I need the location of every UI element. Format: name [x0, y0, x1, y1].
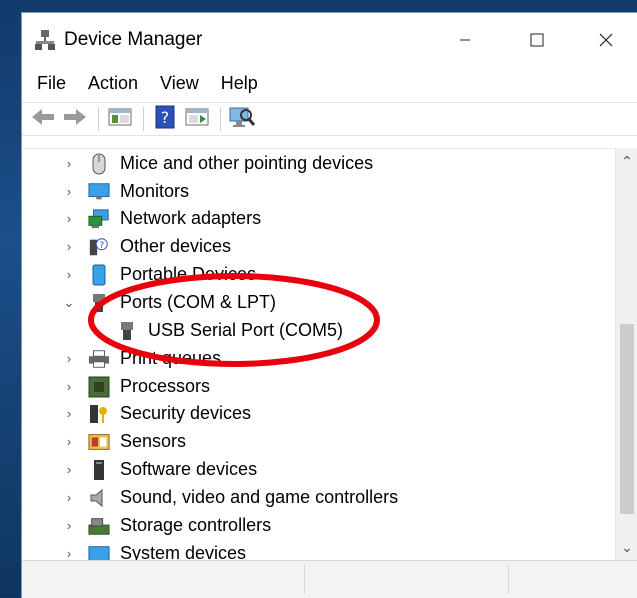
toolbar: ? [22, 102, 637, 136]
tree-item-label: Portable Devices [120, 264, 257, 284]
properties-icon [185, 107, 209, 132]
back-arrow-icon [30, 107, 56, 132]
unknown-device-icon: ? [88, 236, 110, 258]
device-tree[interactable]: › Mice and other pointing devices › Moni… [22, 148, 615, 561]
chevron-right-icon[interactable]: › [62, 540, 76, 561]
software-device-icon [88, 459, 110, 481]
maximize-button[interactable] [514, 23, 560, 57]
tree-item-label: Security devices [120, 403, 252, 423]
portable-device-icon [88, 264, 110, 286]
chevron-down-icon[interactable]: ⌄ [62, 289, 76, 316]
chevron-right-icon[interactable]: › [62, 456, 76, 483]
scan-for-hardware-changes-icon [229, 105, 256, 134]
menu-file[interactable]: File [26, 73, 77, 94]
toolbar-separator [143, 107, 144, 131]
network-adapter-icon [88, 208, 110, 230]
chevron-right-icon[interactable]: › [62, 233, 76, 260]
help-button[interactable]: ? [150, 105, 180, 133]
chevron-right-icon[interactable]: › [62, 484, 76, 511]
chevron-right-icon[interactable]: › [62, 428, 76, 455]
forward-button[interactable] [60, 105, 90, 133]
tree-item-label: Mice and other pointing devices [120, 153, 374, 173]
menu-action[interactable]: Action [77, 73, 149, 94]
back-button[interactable] [28, 105, 58, 133]
vertical-scrollbar[interactable]: ⌃ ⌄ [615, 148, 637, 560]
tree-item-label: USB Serial Port (COM5) [148, 320, 344, 340]
tree-item-processors[interactable]: › Processors [22, 373, 615, 400]
chevron-right-icon[interactable]: › [62, 400, 76, 427]
printer-icon [88, 348, 110, 370]
forward-arrow-icon [62, 107, 88, 132]
chevron-right-icon[interactable]: › [62, 512, 76, 539]
tree-item-monitors[interactable]: › Monitors [22, 178, 615, 205]
menu-view[interactable]: View [149, 73, 210, 94]
tree-item-system-devices[interactable]: › System devices [22, 540, 615, 561]
menu-bar: File Action View Help [22, 67, 637, 99]
tree-item-label: Other devices [120, 236, 232, 256]
properties-button[interactable] [182, 105, 212, 133]
status-segment [22, 565, 305, 593]
show-hide-console-tree-button[interactable] [105, 105, 135, 133]
tree-item-label: Print queues [120, 348, 222, 368]
tree-item-label: Monitors [120, 181, 190, 201]
window-title: Device Manager [64, 29, 203, 50]
tree-item-network-adapters[interactable]: › Network adapters [22, 205, 615, 232]
device-manager-icon [34, 29, 56, 51]
tree-item-label: Sensors [120, 431, 187, 451]
tree-item-label: Software devices [120, 459, 258, 479]
toolbar-separator [220, 107, 221, 131]
chevron-right-icon[interactable]: › [62, 373, 76, 400]
svg-text:?: ? [99, 239, 104, 250]
tree-item-label: System devices [120, 543, 247, 561]
chevron-right-icon[interactable]: › [62, 178, 76, 205]
tree-item-sound-video-game[interactable]: › Sound, video and game controllers [22, 484, 615, 511]
toolbar-separator [98, 107, 99, 131]
scan-hardware-button[interactable] [227, 105, 257, 133]
close-button[interactable] [583, 23, 629, 57]
tree-item-mice[interactable]: › Mice and other pointing devices [22, 150, 615, 177]
sensor-icon [88, 431, 110, 453]
chevron-right-icon[interactable]: › [62, 150, 76, 177]
status-segment [304, 565, 509, 593]
svg-text:?: ? [161, 108, 170, 127]
help-icon: ? [155, 105, 175, 134]
tree-item-label: Processors [120, 376, 211, 396]
tree-item-label: Sound, video and game controllers [120, 487, 399, 507]
scroll-up-arrow-icon[interactable]: ⌃ [616, 150, 637, 172]
tree-item-sensors[interactable]: › Sensors [22, 428, 615, 455]
device-manager-window: Device Manager File Action View Help ? ›… [22, 13, 637, 598]
serial-port-icon [116, 320, 138, 342]
mouse-icon [88, 153, 110, 175]
tree-item-print-queues[interactable]: › Print queues [22, 345, 615, 372]
security-device-icon [88, 403, 110, 425]
chevron-right-icon[interactable]: › [62, 345, 76, 372]
scroll-down-arrow-icon[interactable]: ⌄ [616, 536, 637, 558]
storage-controller-icon [88, 515, 110, 537]
tree-item-label: Network adapters [120, 208, 262, 228]
menu-help[interactable]: Help [210, 73, 269, 94]
tree-item-security-devices[interactable]: › Security devices [22, 400, 615, 427]
tree-item-software-devices[interactable]: › Software devices [22, 456, 615, 483]
chevron-right-icon[interactable]: › [62, 205, 76, 232]
tree-item-label: Storage controllers [120, 515, 272, 535]
tree-item-ports[interactable]: ⌄ Ports (COM & LPT) [22, 289, 615, 316]
system-devices-icon [88, 543, 110, 561]
scrollbar-thumb[interactable] [620, 324, 634, 514]
speaker-icon [88, 487, 110, 509]
tree-item-portable-devices[interactable]: › Portable Devices [22, 261, 615, 288]
tree-item-other-devices[interactable]: › ? Other devices [22, 233, 615, 260]
minimize-button[interactable] [442, 23, 488, 57]
title-bar[interactable]: Device Manager [22, 13, 637, 65]
port-icon [88, 292, 110, 314]
tree-item-usb-serial-port[interactable]: USB Serial Port (COM5) [22, 317, 615, 344]
tree-item-label: Ports (COM & LPT) [120, 292, 277, 312]
status-bar [22, 560, 637, 598]
console-tree-icon [108, 107, 132, 132]
monitor-icon [88, 181, 110, 203]
chevron-right-icon[interactable]: › [62, 261, 76, 288]
tree-item-storage-controllers[interactable]: › Storage controllers [22, 512, 615, 539]
processor-icon [88, 376, 110, 398]
